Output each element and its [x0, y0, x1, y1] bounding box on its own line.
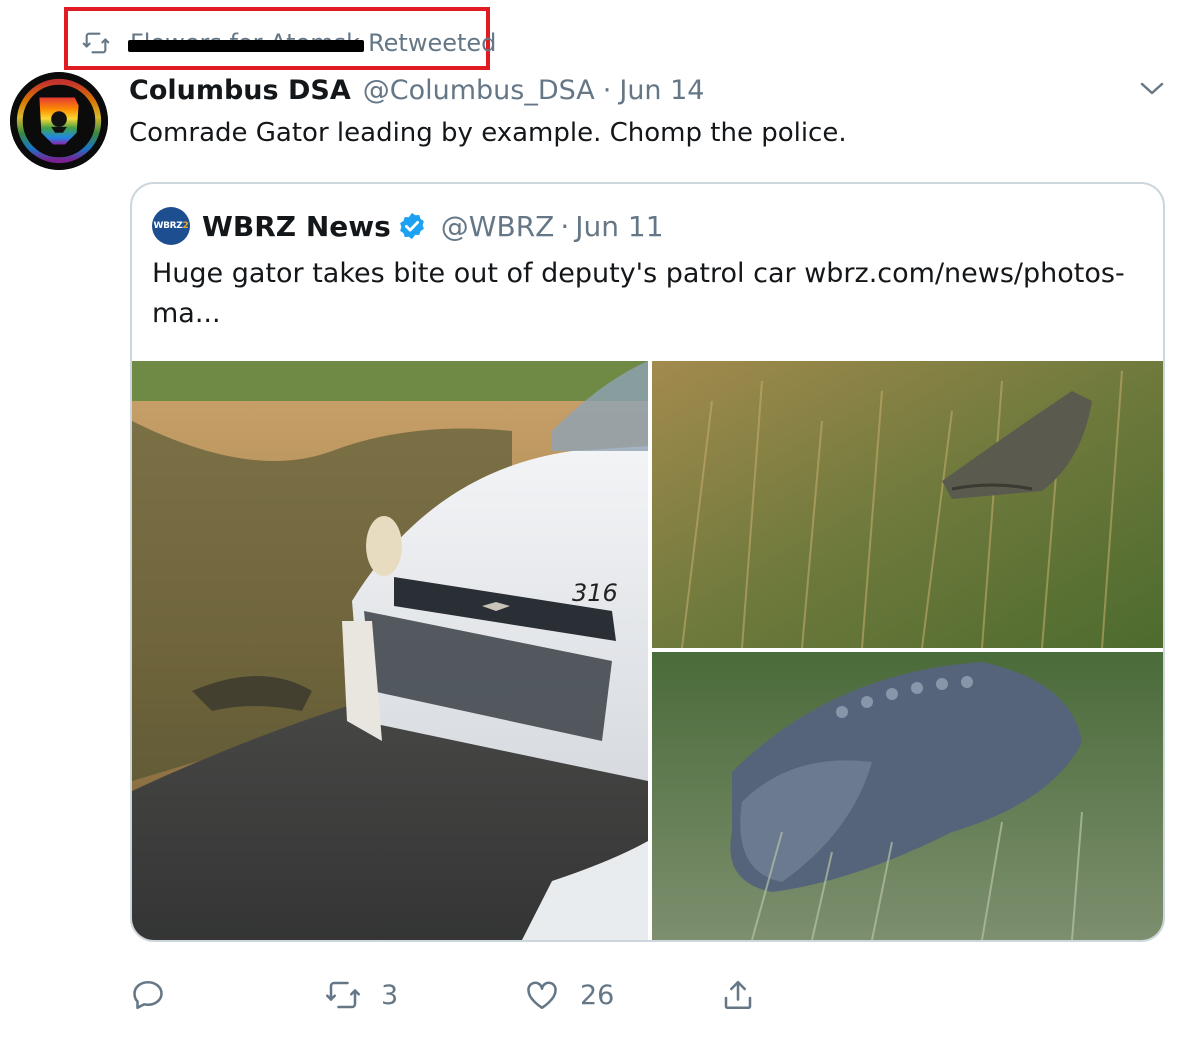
avatar[interactable]: [10, 72, 108, 170]
columbus-dsa-logo: [10, 72, 108, 170]
share-button[interactable]: [720, 970, 756, 1020]
share-icon: [724, 980, 752, 1010]
verified-badge-icon: [399, 212, 424, 240]
quoted-author-handle[interactable]: @WBRZ: [441, 210, 555, 243]
like-button[interactable]: 26: [524, 970, 614, 1020]
chevron-down-icon[interactable]: [1138, 78, 1166, 100]
photo-patrol-car[interactable]: 316: [132, 361, 648, 940]
quoted-tweet-date[interactable]: Jun 11: [575, 210, 663, 243]
tweet-actions: 3 26: [0, 970, 1186, 1020]
tweet-text: Comrade Gator leading by example. Chomp …: [129, 118, 847, 148]
retweet-button[interactable]: 3: [325, 970, 398, 1020]
retweet-count: 3: [381, 979, 399, 1011]
retweeted-label: Retweeted: [368, 29, 497, 57]
separator-dot: ·: [560, 209, 570, 243]
author-name[interactable]: Columbus DSA: [129, 75, 351, 106]
separator-dot: ·: [602, 74, 612, 106]
quoted-tweet[interactable]: WBRZ2 WBRZ News @WBRZ · Jun 11 Huge gato…: [130, 182, 1165, 942]
quoted-tweet-text: Huge gator takes bite out of deputy's pa…: [152, 258, 1125, 329]
heart-icon: [527, 981, 557, 1010]
retweet-context: Flowers for Atomsk Retweeted: [82, 26, 496, 60]
redaction-bar: [128, 40, 365, 52]
reply-icon: [133, 980, 163, 1010]
car-number-label: 316: [572, 579, 618, 607]
retweet-icon: [325, 981, 361, 1009]
photo-gator-grass[interactable]: [652, 361, 1163, 648]
retweeter-name[interactable]: Flowers for Atomsk: [128, 29, 365, 57]
media-grid: 316: [132, 361, 1163, 940]
author-handle[interactable]: @Columbus_DSA: [363, 75, 595, 106]
tweet-date[interactable]: Jun 14: [619, 75, 704, 106]
quoted-author-name[interactable]: WBRZ News: [202, 210, 391, 243]
reply-button[interactable]: [130, 970, 186, 1020]
tweet-header: Columbus DSA @Columbus_DSA · Jun 14: [129, 72, 705, 108]
retweet-icon: [82, 32, 110, 54]
quoted-tweet-header: WBRZ2 WBRZ News @WBRZ · Jun 11: [152, 206, 664, 246]
quoted-avatar[interactable]: WBRZ2: [152, 207, 190, 245]
photo-gator-closeup[interactable]: [652, 652, 1163, 940]
like-count: 26: [580, 979, 615, 1011]
